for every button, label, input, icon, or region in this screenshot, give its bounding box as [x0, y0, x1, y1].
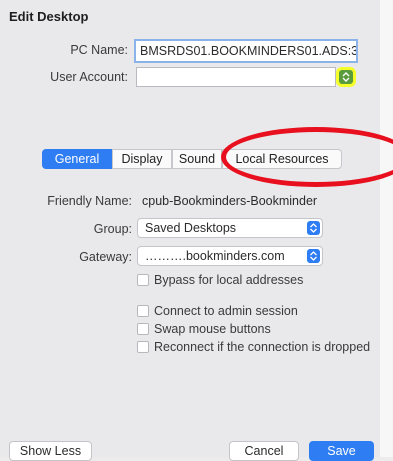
- tab-local-resources[interactable]: Local Resources: [222, 149, 342, 169]
- user-account-field[interactable]: [136, 67, 336, 87]
- admin-session-checkbox[interactable]: [137, 305, 149, 317]
- save-button[interactable]: Save: [309, 441, 374, 461]
- group-select[interactable]: Saved Desktops: [137, 218, 323, 238]
- group-select-value: Saved Desktops: [145, 221, 237, 235]
- gateway-label: Gateway:: [79, 250, 132, 264]
- group-select-arrows: [307, 221, 320, 235]
- pc-name-label: PC Name:: [70, 43, 128, 57]
- swap-mouse-checkbox[interactable]: [137, 323, 149, 335]
- edit-desktop-dialog: Edit Desktop PC Name: BMSRDS01.BOOKMINDE…: [0, 0, 380, 461]
- tab-general[interactable]: General: [42, 149, 112, 169]
- tab-sound[interactable]: Sound: [172, 149, 222, 169]
- reconnect-checkbox[interactable]: [137, 341, 149, 353]
- chevron-up-down-icon: [342, 72, 350, 82]
- friendly-name-input[interactable]: cpub-Bookminders-Bookminder: [137, 190, 357, 210]
- dialog-title: Edit Desktop: [9, 9, 89, 24]
- swap-mouse-label: Swap mouse buttons: [154, 322, 271, 336]
- gateway-select[interactable]: ……….bookminders.com: [137, 246, 323, 266]
- pc-name-input[interactable]: BMSRDS01.BOOKMINDERS01.ADS:33: [134, 39, 358, 63]
- chevron-up-down-icon: [310, 251, 317, 261]
- user-account-stepper[interactable]: [339, 70, 353, 84]
- background-strip: [380, 0, 393, 457]
- show-less-button[interactable]: Show Less: [9, 441, 92, 461]
- tab-display[interactable]: Display: [112, 149, 172, 169]
- chevron-up-down-icon: [310, 223, 317, 233]
- bypass-local-label: Bypass for local addresses: [154, 273, 304, 287]
- bypass-local-checkbox[interactable]: [137, 274, 149, 286]
- admin-session-label: Connect to admin session: [154, 304, 298, 318]
- reconnect-label: Reconnect if the connection is dropped: [154, 340, 371, 354]
- gateway-select-arrows: [307, 249, 320, 263]
- group-label: Group:: [93, 222, 132, 236]
- friendly-name-label: Friendly Name:: [47, 194, 132, 208]
- user-account-label: User Account:: [50, 70, 128, 84]
- gateway-select-value: ……….bookminders.com: [145, 249, 285, 263]
- cancel-button[interactable]: Cancel: [229, 441, 299, 461]
